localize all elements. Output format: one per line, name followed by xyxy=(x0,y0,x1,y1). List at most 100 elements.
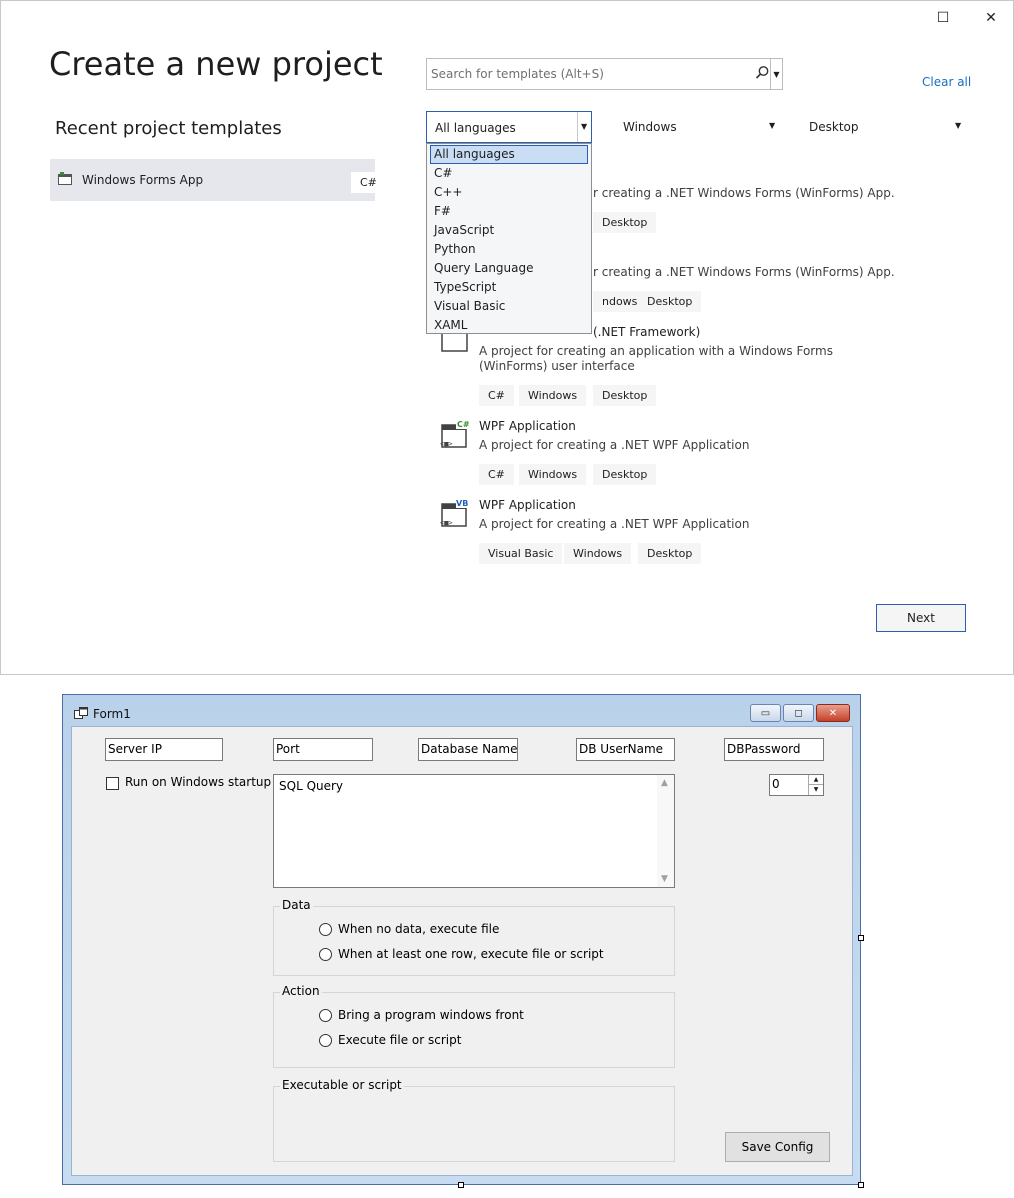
template-description: r creating a .NET Windows Forms (WinForm… xyxy=(593,186,895,200)
resize-handle-bottom[interactable] xyxy=(458,1182,464,1188)
page-title: Create a new project xyxy=(49,45,383,83)
minimize-button[interactable]: ▭ xyxy=(750,704,781,722)
recent-templates-heading: Recent project templates xyxy=(55,118,282,139)
db-username-field[interactable]: DB UserName xyxy=(576,738,675,761)
wpf-csharp-icon: C# <■> xyxy=(440,419,470,448)
data-groupbox: Data When no data, execute file When at … xyxy=(273,898,675,976)
svg-text:C#: C# xyxy=(457,420,470,429)
port-field[interactable]: Port xyxy=(273,738,373,761)
chevron-down-icon: ▼ xyxy=(955,121,962,130)
close-button[interactable]: ✕ xyxy=(979,7,1003,29)
sql-query-text: SQL Query xyxy=(279,779,344,793)
template-tag: C# xyxy=(479,464,514,485)
language-option[interactable]: TypeScript xyxy=(430,278,588,297)
template-search-box xyxy=(426,58,771,90)
textarea-scrollbar[interactable]: ▲ ▼ xyxy=(657,775,674,887)
action-group-title: Action xyxy=(280,984,322,998)
template-tag: Windows xyxy=(564,543,632,564)
sql-query-textarea[interactable]: SQL Query ▲ ▼ xyxy=(273,774,675,888)
template-tag: Windows xyxy=(519,464,587,485)
language-option[interactable]: All languages xyxy=(430,145,588,164)
clear-all-link[interactable]: Clear all xyxy=(922,75,971,89)
project-type-filter-value: Desktop xyxy=(809,120,859,134)
execute-file-radio-label: Execute file or script xyxy=(338,1033,462,1047)
scroll-up-icon[interactable]: ▲ xyxy=(661,778,668,788)
svg-text:<■>: <■> xyxy=(440,519,453,527)
close-button[interactable]: ✕ xyxy=(816,704,850,722)
template-tag: Visual Basic xyxy=(479,543,563,564)
next-button[interactable]: Next xyxy=(876,604,966,632)
winforms-icon xyxy=(58,172,72,185)
template-name: (.NET Framework) xyxy=(593,325,701,339)
language-option[interactable]: Query Language xyxy=(430,259,588,278)
form-client-area: Server IP Port Database Name DB UserName… xyxy=(71,726,853,1176)
template-tag: Windows xyxy=(519,385,587,406)
language-option[interactable]: Visual Basic xyxy=(430,297,588,316)
no-data-radio[interactable] xyxy=(319,923,332,936)
language-option[interactable]: JavaScript xyxy=(430,221,588,240)
maximize-button[interactable]: ☐ xyxy=(931,7,955,29)
search-options-dropdown[interactable]: ▼ xyxy=(771,58,783,90)
language-option[interactable]: F# xyxy=(430,202,588,221)
template-tag: Desktop xyxy=(593,212,657,233)
maximize-button[interactable]: ◻ xyxy=(783,704,814,722)
execute-file-radio[interactable] xyxy=(319,1034,332,1047)
form1-window: Form1 ▭ ◻ ✕ Server IP Port Database Name… xyxy=(62,694,861,1185)
language-filter[interactable]: All languages ▼ xyxy=(426,111,592,143)
db-password-field[interactable]: DBPassword xyxy=(724,738,824,761)
template-description: A project for creating an application wi… xyxy=(479,344,833,373)
recent-template-item[interactable]: Windows Forms App C# xyxy=(50,159,386,201)
database-name-field[interactable]: Database Name xyxy=(418,738,518,761)
resize-handle-corner[interactable] xyxy=(858,1182,864,1188)
language-filter-value: All languages xyxy=(435,121,516,135)
search-icon[interactable] xyxy=(754,62,770,84)
action-groupbox: Action Bring a program windows front Exe… xyxy=(273,984,675,1068)
language-option[interactable]: C++ xyxy=(430,183,588,202)
combo-separator xyxy=(577,112,578,142)
language-dropdown-list: All languages C# C++ F# JavaScript Pytho… xyxy=(426,143,592,334)
bring-front-radio[interactable] xyxy=(319,1009,332,1022)
server-ip-field[interactable]: Server IP xyxy=(105,738,223,761)
template-tag: Desktop xyxy=(638,291,702,312)
template-name: WPF Application xyxy=(479,498,576,512)
svg-text:VB: VB xyxy=(456,499,468,508)
create-project-dialog: ☐ ✕ Create a new project Recent project … xyxy=(0,0,1014,675)
executable-groupbox: Executable or script xyxy=(273,1078,675,1162)
chevron-down-icon: ▼ xyxy=(773,69,780,79)
bring-front-radio-label: Bring a program windows front xyxy=(338,1008,524,1022)
template-tag: C# xyxy=(479,385,514,406)
increment-arrow-icon[interactable]: ▲ xyxy=(808,775,823,785)
search-input[interactable] xyxy=(427,59,747,89)
data-group-title: Data xyxy=(280,898,313,912)
scroll-down-icon[interactable]: ▼ xyxy=(661,874,668,884)
language-option[interactable]: Python xyxy=(430,240,588,259)
platform-filter-value: Windows xyxy=(623,120,677,134)
language-option[interactable]: XAML xyxy=(430,316,588,335)
decrement-arrow-icon[interactable]: ▼ xyxy=(808,785,823,795)
language-tag: C# xyxy=(351,172,386,193)
template-name: WPF Application xyxy=(479,419,576,433)
template-tag: Desktop xyxy=(593,385,657,406)
chevron-down-icon: ▼ xyxy=(581,122,588,131)
one-row-radio-label: When at least one row, execute file or s… xyxy=(338,947,604,961)
project-type-filter[interactable]: Desktop ▼ xyxy=(801,111,966,143)
svg-text:<■>: <■> xyxy=(440,440,453,448)
template-description: A project for creating a .NET WPF Applic… xyxy=(479,438,750,452)
one-row-radio[interactable] xyxy=(319,948,332,961)
save-config-button[interactable]: Save Config xyxy=(725,1132,830,1162)
numeric-value: 0 xyxy=(772,777,780,791)
numeric-updown[interactable]: 0 ▲ ▼ xyxy=(769,774,824,796)
form-title: Form1 xyxy=(93,707,131,721)
resize-handle-right[interactable] xyxy=(858,935,864,941)
wpf-vb-icon: VB <■> xyxy=(440,498,470,527)
language-option[interactable]: C# xyxy=(430,164,588,183)
startup-checkbox[interactable] xyxy=(106,777,119,790)
startup-checkbox-label: Run on Windows startup xyxy=(125,775,272,789)
template-description: A project for creating a .NET WPF Applic… xyxy=(479,517,750,531)
no-data-radio-label: When no data, execute file xyxy=(338,922,500,936)
template-description: r creating a .NET Windows Forms (WinForm… xyxy=(593,265,895,279)
chevron-down-icon: ▼ xyxy=(769,121,776,130)
platform-filter[interactable]: Windows ▼ xyxy=(607,111,779,143)
recent-template-label: Windows Forms App xyxy=(82,173,204,187)
template-tag: Desktop xyxy=(593,464,657,485)
